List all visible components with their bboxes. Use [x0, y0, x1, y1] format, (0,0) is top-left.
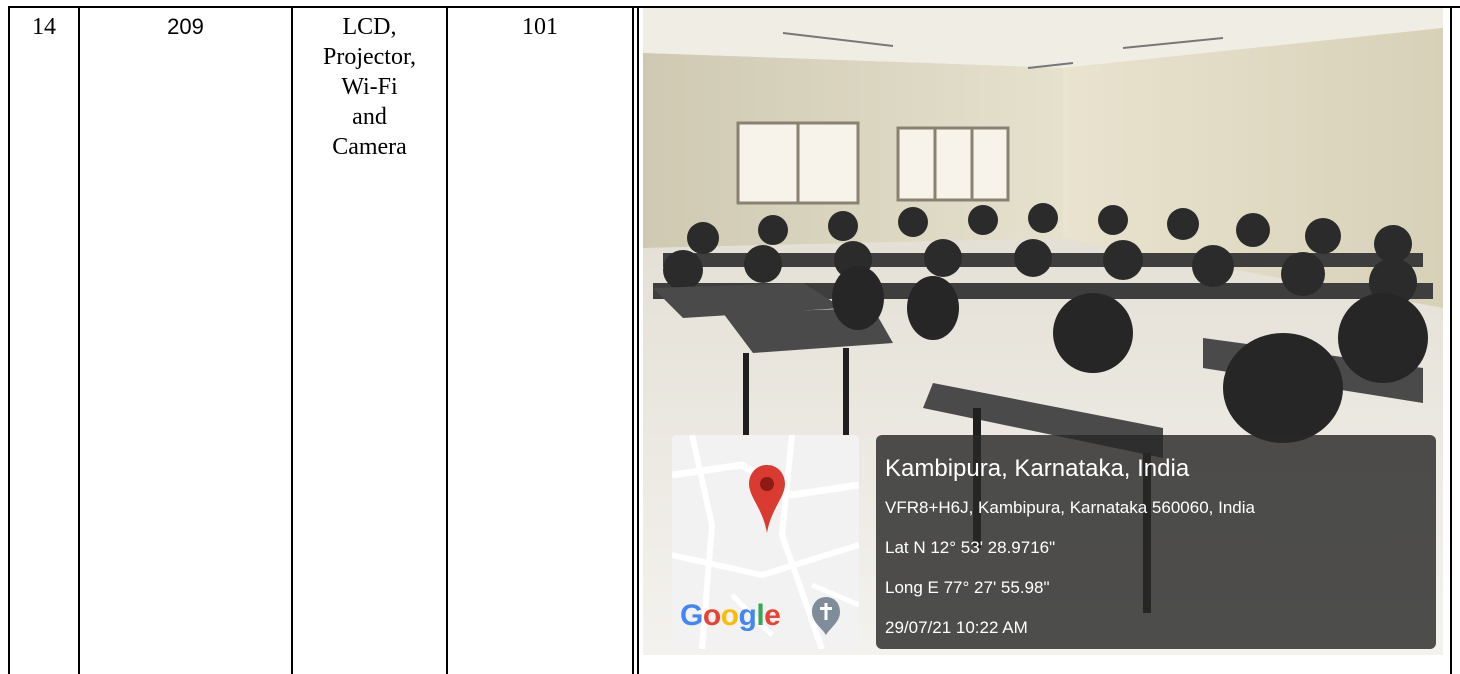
church-cross-icon [812, 597, 840, 635]
facility-line: Wi-Fi [341, 74, 398, 100]
logo-letter: e [764, 599, 781, 632]
timestamp-line: 29/07/21 10:22 AM [885, 618, 1028, 637]
table-column-divider [1450, 6, 1452, 674]
google-logo: Google [680, 599, 781, 633]
logo-letter: g [738, 599, 757, 632]
table-column-divider [8, 6, 10, 674]
table-column-divider [637, 6, 639, 674]
document-page: 14 209 LCD, Projector, Wi-Fi and Camera … [0, 0, 1460, 674]
classroom-photo: Google Kambipura, Karnataka, India VFR8+… [643, 8, 1443, 655]
cell-room-no: 209 [167, 14, 204, 39]
latitude-line: Lat N 12° 53' 28.9716" [885, 538, 1056, 557]
address-line: VFR8+H6J, Kambipura, Karnataka 560060, I… [885, 498, 1255, 517]
logo-letter: o [702, 599, 721, 632]
table-column-divider [446, 6, 448, 674]
logo-letter: l [756, 599, 765, 632]
geotag-info-card: Kambipura, Karnataka, India VFR8+H6J, Ka… [876, 435, 1436, 649]
cell-capacity: 101 [522, 14, 558, 40]
map-thumbnail: Google [672, 435, 859, 649]
facility-line: Projector, [322, 44, 416, 70]
logo-letter: G [680, 599, 703, 632]
location-pin-icon [749, 465, 785, 533]
table-column-divider [632, 6, 634, 674]
facility-line: and [352, 104, 387, 130]
table-column-divider [78, 6, 80, 674]
cell-sl-no: 14 [32, 14, 56, 40]
longitude-line: Long E 77° 27' 55.98" [885, 578, 1050, 597]
facility-line: LCD, [342, 14, 397, 40]
facility-line: Camera [332, 134, 407, 160]
location-title: Kambipura, Karnataka, India [885, 455, 1190, 482]
logo-letter: o [720, 599, 739, 632]
cell-facilities: LCD, Projector, Wi-Fi and Camera [293, 12, 446, 162]
